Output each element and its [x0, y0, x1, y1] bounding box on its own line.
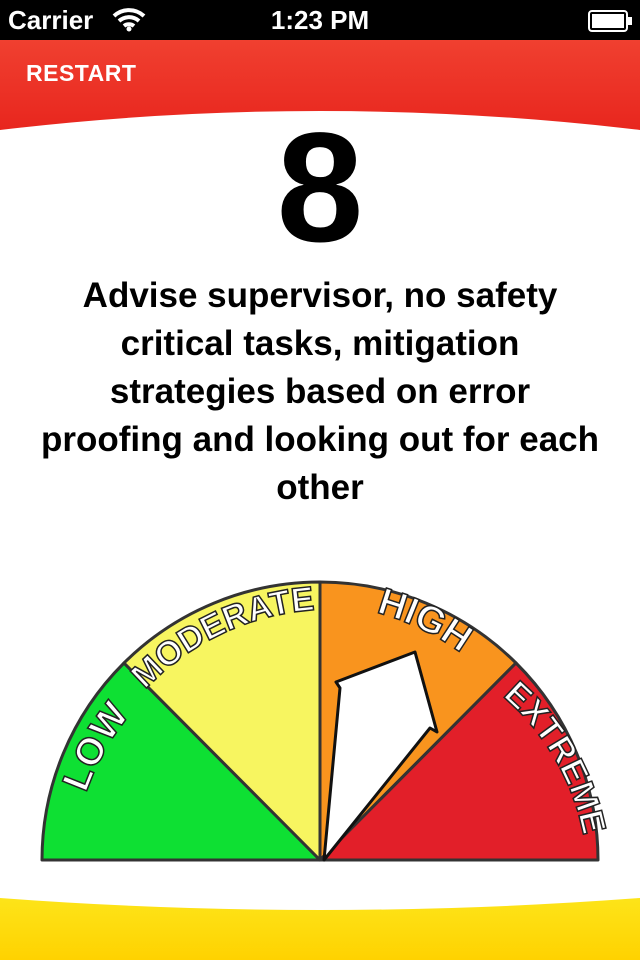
clock: 1:23 PM	[270, 5, 370, 35]
bottom-banner	[0, 898, 640, 960]
advice-text: Advise supervisor, no safety critical ta…	[40, 276, 600, 507]
restart-button[interactable]: RESTART	[26, 60, 136, 90]
score-value: 8	[276, 101, 364, 275]
risk-gauge: LOW MODERATE HIGH EXTREME	[40, 579, 614, 862]
battery-icon	[588, 10, 634, 37]
status-bar: Carrier 1:23 PM	[0, 0, 640, 40]
